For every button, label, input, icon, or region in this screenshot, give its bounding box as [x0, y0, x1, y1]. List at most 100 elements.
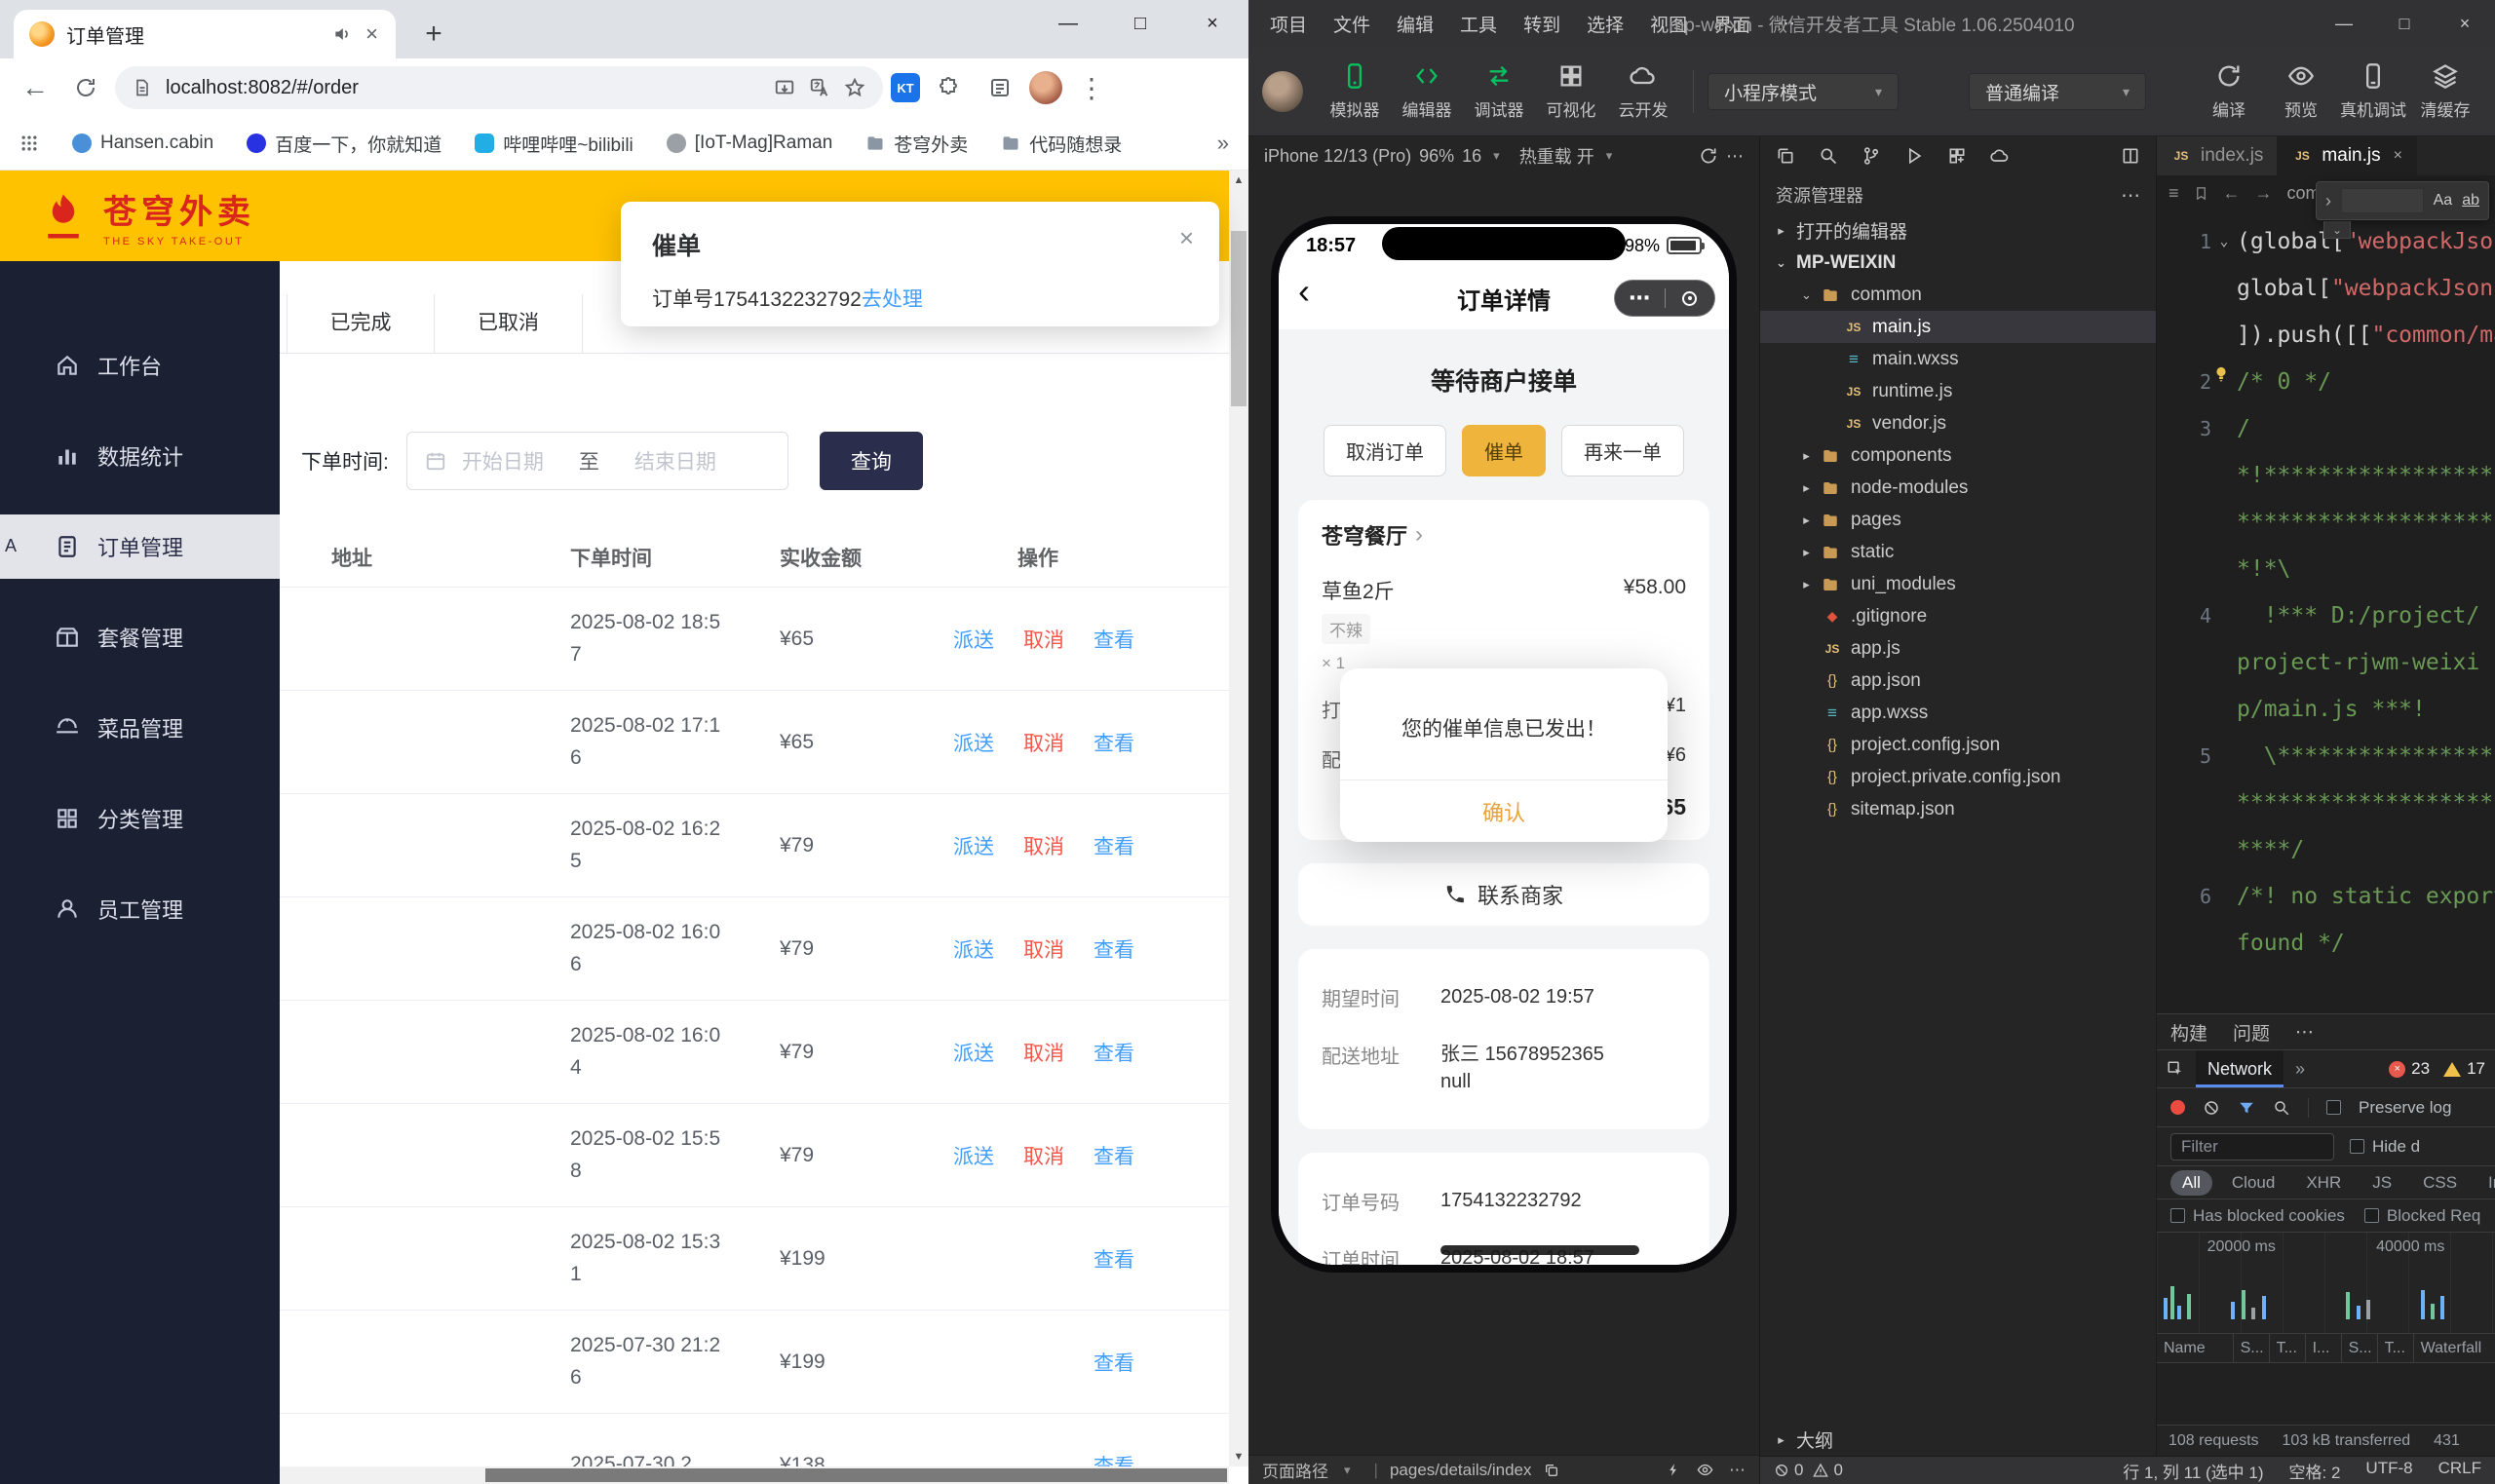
network-select[interactable]: 16	[1462, 146, 1481, 167]
minimize-button[interactable]: —	[1032, 0, 1104, 47]
cancel-link[interactable]: 取消	[1023, 934, 1084, 964]
sidebar-item-dishes[interactable]: 菜品管理	[0, 696, 280, 760]
search-icon[interactable]	[2273, 1099, 2290, 1117]
mode-select[interactable]: 小程序模式▾	[1708, 73, 1899, 110]
cancel-order-button[interactable]: 取消订单	[1324, 425, 1446, 476]
menu-tools[interactable]: 工具	[1460, 11, 1497, 37]
cancel-link[interactable]: 取消	[1023, 728, 1084, 757]
sidebar-item-setmeal[interactable]: 套餐管理	[0, 605, 280, 669]
preserve-log-checkbox[interactable]	[2326, 1100, 2341, 1115]
deliver-link[interactable]: 派送	[953, 1141, 1014, 1170]
tree-file-main-js[interactable]: JSmain.js	[1760, 311, 2156, 343]
bolt-icon[interactable]	[1667, 1463, 1681, 1477]
deliver-link[interactable]: 派送	[953, 728, 1014, 757]
scrollbar-thumb[interactable]	[485, 1468, 1227, 1482]
close-button[interactable]: ×	[2435, 0, 2495, 48]
view-link[interactable]: 查看	[1094, 1451, 1154, 1467]
outline-section[interactable]: ▸大纲	[1760, 1424, 2156, 1456]
find-expand-icon[interactable]: ›	[2325, 191, 2331, 211]
scroll-up-icon[interactable]: ▲	[1229, 171, 1248, 190]
extensions-icon[interactable]	[1947, 146, 1967, 166]
git-branch-icon[interactable]	[1862, 146, 1881, 166]
menu-goto[interactable]: 转到	[1523, 11, 1560, 37]
problems-warnings[interactable]: 0	[1813, 1461, 1842, 1480]
view-link[interactable]: 查看	[1094, 831, 1154, 860]
tree-file-main-wxss[interactable]: ≡main.wxss	[1760, 343, 2156, 375]
device-select[interactable]: iPhone 12/13 (Pro)	[1264, 146, 1411, 167]
editor-tab-main-js[interactable]: JSmain.js×	[2278, 136, 2417, 175]
menu-interface[interactable]: 界面	[1713, 11, 1750, 37]
tree-section-project[interactable]: ⌄MP-WEIXIN	[1760, 247, 2156, 279]
nav-forward-icon[interactable]: →	[2255, 183, 2273, 204]
more-tabs-icon[interactable]: »	[2295, 1059, 2305, 1080]
extensions-puzzle-icon[interactable]	[928, 66, 971, 109]
contact-merchant-button[interactable]: 联系商家	[1298, 863, 1709, 926]
horizontal-scrollbar[interactable]	[280, 1466, 1229, 1484]
page-path-value[interactable]: pages/details/index	[1390, 1461, 1532, 1480]
debugger-button[interactable]: 调试器	[1463, 62, 1535, 121]
quick-fix-lightbulb-icon[interactable]	[2211, 364, 2231, 384]
deliver-link[interactable]: 派送	[953, 1038, 1014, 1067]
tab-close-icon[interactable]: ×	[364, 21, 380, 47]
problems-errors[interactable]: 0	[1774, 1461, 1803, 1480]
debug-icon[interactable]	[1904, 146, 1924, 166]
hot-reload-toggle[interactable]: 热重载 开	[1519, 143, 1594, 169]
menu-more[interactable]: ⋯	[1777, 13, 1795, 35]
bookmark-item[interactable]: [IoT-Mag]Raman	[667, 133, 833, 154]
new-tab-button[interactable]: +	[413, 14, 454, 55]
apps-grid-icon[interactable]	[19, 133, 39, 153]
split-editor-icon[interactable]	[2121, 146, 2140, 166]
find-input[interactable]	[2341, 188, 2424, 213]
sidebar-item-workbench[interactable]: 工作台	[0, 333, 280, 398]
filter-cloud[interactable]: Cloud	[2220, 1170, 2286, 1196]
tree-folder-pages[interactable]: ▸pages	[1760, 504, 2156, 536]
view-link[interactable]: 查看	[1094, 1244, 1154, 1274]
cancel-link[interactable]: 取消	[1023, 1038, 1084, 1067]
query-button[interactable]: 查询	[820, 432, 923, 490]
menu-file[interactable]: 文件	[1333, 11, 1370, 37]
find-collapse-icon[interactable]: ⌄	[2323, 221, 2351, 239]
tab-cancelled[interactable]: 已取消	[435, 294, 583, 353]
more-icon[interactable]: ⋯	[2295, 1021, 2314, 1044]
filter-img[interactable]: Img	[2476, 1170, 2495, 1196]
tree-file-vendor-js[interactable]: JSvendor.js	[1760, 407, 2156, 439]
zoom-level[interactable]: 96%	[1419, 146, 1454, 167]
indentation[interactable]: 空格: 2	[2289, 1459, 2341, 1483]
capsule-more-icon[interactable]: ⋯	[1615, 285, 1665, 311]
date-range-input[interactable]: 开始日期 至 结束日期	[406, 432, 788, 490]
nav-back-icon[interactable]: ←	[2223, 183, 2241, 204]
tree-file-app-wxss[interactable]: ≡app.wxss	[1760, 697, 2156, 729]
bookmark-folder[interactable]: 代码随想录	[1001, 131, 1122, 157]
browser-menu-icon[interactable]: ⋮	[1070, 66, 1113, 109]
tree-file-runtime-js[interactable]: JSruntime.js	[1760, 375, 2156, 407]
menu-project[interactable]: 项目	[1270, 11, 1307, 37]
view-link[interactable]: 查看	[1094, 934, 1154, 964]
tree-file-app-json[interactable]: {}app.json	[1760, 665, 2156, 697]
inspect-icon[interactable]	[2167, 1060, 2184, 1078]
fold-icon[interactable]: ⌄	[2211, 234, 2237, 249]
tree-file-project-config[interactable]: {}project.config.json	[1760, 729, 2156, 761]
start-date-placeholder[interactable]: 开始日期	[462, 446, 544, 476]
network-tab[interactable]: Network	[2196, 1050, 2284, 1087]
search-icon[interactable]	[1819, 146, 1838, 166]
reload-button[interactable]	[64, 66, 107, 109]
menu-edit[interactable]: 编辑	[1397, 11, 1434, 37]
cursor-position[interactable]: 行 1, 列 11 (选中 1)	[2123, 1459, 2263, 1483]
back-button[interactable]: ←	[14, 66, 57, 109]
cloud-dev-button[interactable]: 云开发	[1607, 62, 1679, 121]
screencast-icon[interactable]	[774, 77, 795, 98]
deliver-link[interactable]: 派送	[953, 831, 1014, 860]
address-bar[interactable]: localhost:8082/#/order	[115, 66, 883, 109]
cancel-link[interactable]: 取消	[1023, 625, 1084, 654]
hide-data-urls-checkbox[interactable]	[2350, 1139, 2364, 1154]
tab-problems[interactable]: 问题	[2233, 1019, 2270, 1046]
menu-view[interactable]: 视图	[1650, 11, 1687, 37]
error-badge[interactable]: ×23	[2389, 1059, 2430, 1079]
notification-close-icon[interactable]: ×	[1179, 223, 1194, 253]
refresh-icon[interactable]	[1699, 146, 1718, 166]
tree-section-open-editors[interactable]: ▸打开的编辑器	[1760, 214, 2156, 247]
minimize-button[interactable]: —	[2314, 0, 2374, 48]
extension-kt-icon[interactable]: KT	[891, 73, 920, 102]
network-overview-timeline[interactable]: 20000 ms 40000 ms	[2157, 1233, 2495, 1334]
tree-folder-uni-modules[interactable]: ▸uni_modules	[1760, 568, 2156, 600]
